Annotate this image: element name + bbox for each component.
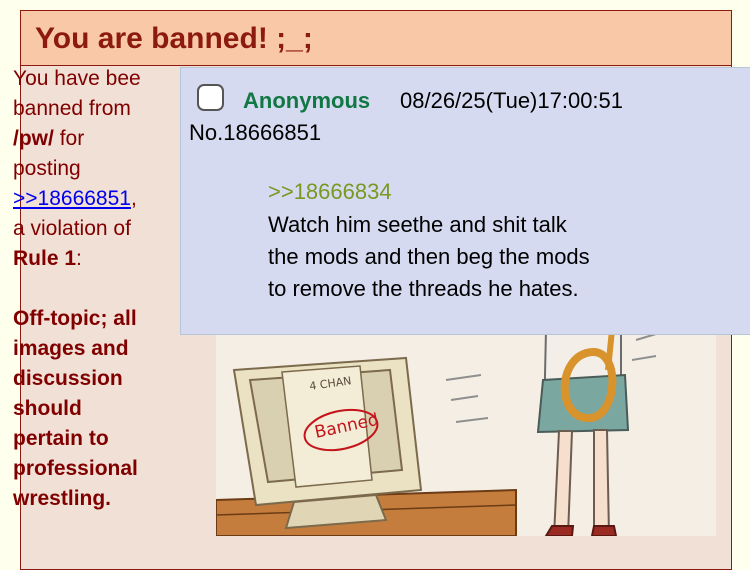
- ban-for-text: for: [59, 127, 85, 150]
- post-number[interactable]: No.18666851: [189, 120, 321, 146]
- post-preview: Anonymous 08/26/25(Tue)17:00:51 No.18666…: [180, 67, 750, 335]
- rule-colon: :: [76, 247, 82, 270]
- ban-reason-line: discussion: [13, 367, 123, 390]
- ban-title: You are banned! ;_;: [35, 22, 313, 55]
- ban-violation-text: a violation of: [13, 217, 131, 240]
- ban-illustration: 4 CHAN Banned: [216, 330, 716, 536]
- banned-post-link[interactable]: >>18666851: [13, 187, 131, 210]
- ban-reason-line: Off-topic; all: [13, 307, 137, 330]
- quote-link[interactable]: >>18666834: [268, 179, 392, 205]
- post-select-checkbox[interactable]: [197, 84, 224, 111]
- ban-reason-line: pertain to: [13, 427, 109, 450]
- ban-image: 4 CHAN Banned: [216, 330, 716, 536]
- rule-label: Rule 1: [13, 247, 77, 270]
- ban-message: You have bee banned from /pw/ for postin…: [13, 64, 183, 514]
- ban-reason-line: wrestling.: [13, 487, 112, 510]
- post-comment: Watch him seethe and shit talk the mods …: [268, 209, 738, 305]
- comment-line: the mods and then beg the mods: [268, 244, 590, 269]
- ban-text-line-1: You have bee: [13, 67, 141, 90]
- post-datetime: 08/26/25(Tue)17:00:51: [400, 88, 624, 113]
- ban-comma: ,: [130, 187, 137, 210]
- ban-text-line-2: banned from: [13, 97, 131, 120]
- board-name: /pw/: [13, 127, 54, 150]
- ban-reason-line: images and: [13, 337, 129, 360]
- poster-name: Anonymous: [243, 88, 371, 113]
- ban-header: You are banned! ;_;: [21, 11, 731, 66]
- ban-reason-line: should: [13, 397, 82, 420]
- ban-reason-line: professional: [13, 457, 138, 480]
- comment-line: Watch him seethe and shit talk: [268, 212, 567, 237]
- ban-posting-text: posting: [13, 157, 81, 180]
- ban-reason: Off-topic; all images and discussion sho…: [13, 304, 183, 514]
- comment-line: to remove the threads he hates.: [268, 276, 579, 301]
